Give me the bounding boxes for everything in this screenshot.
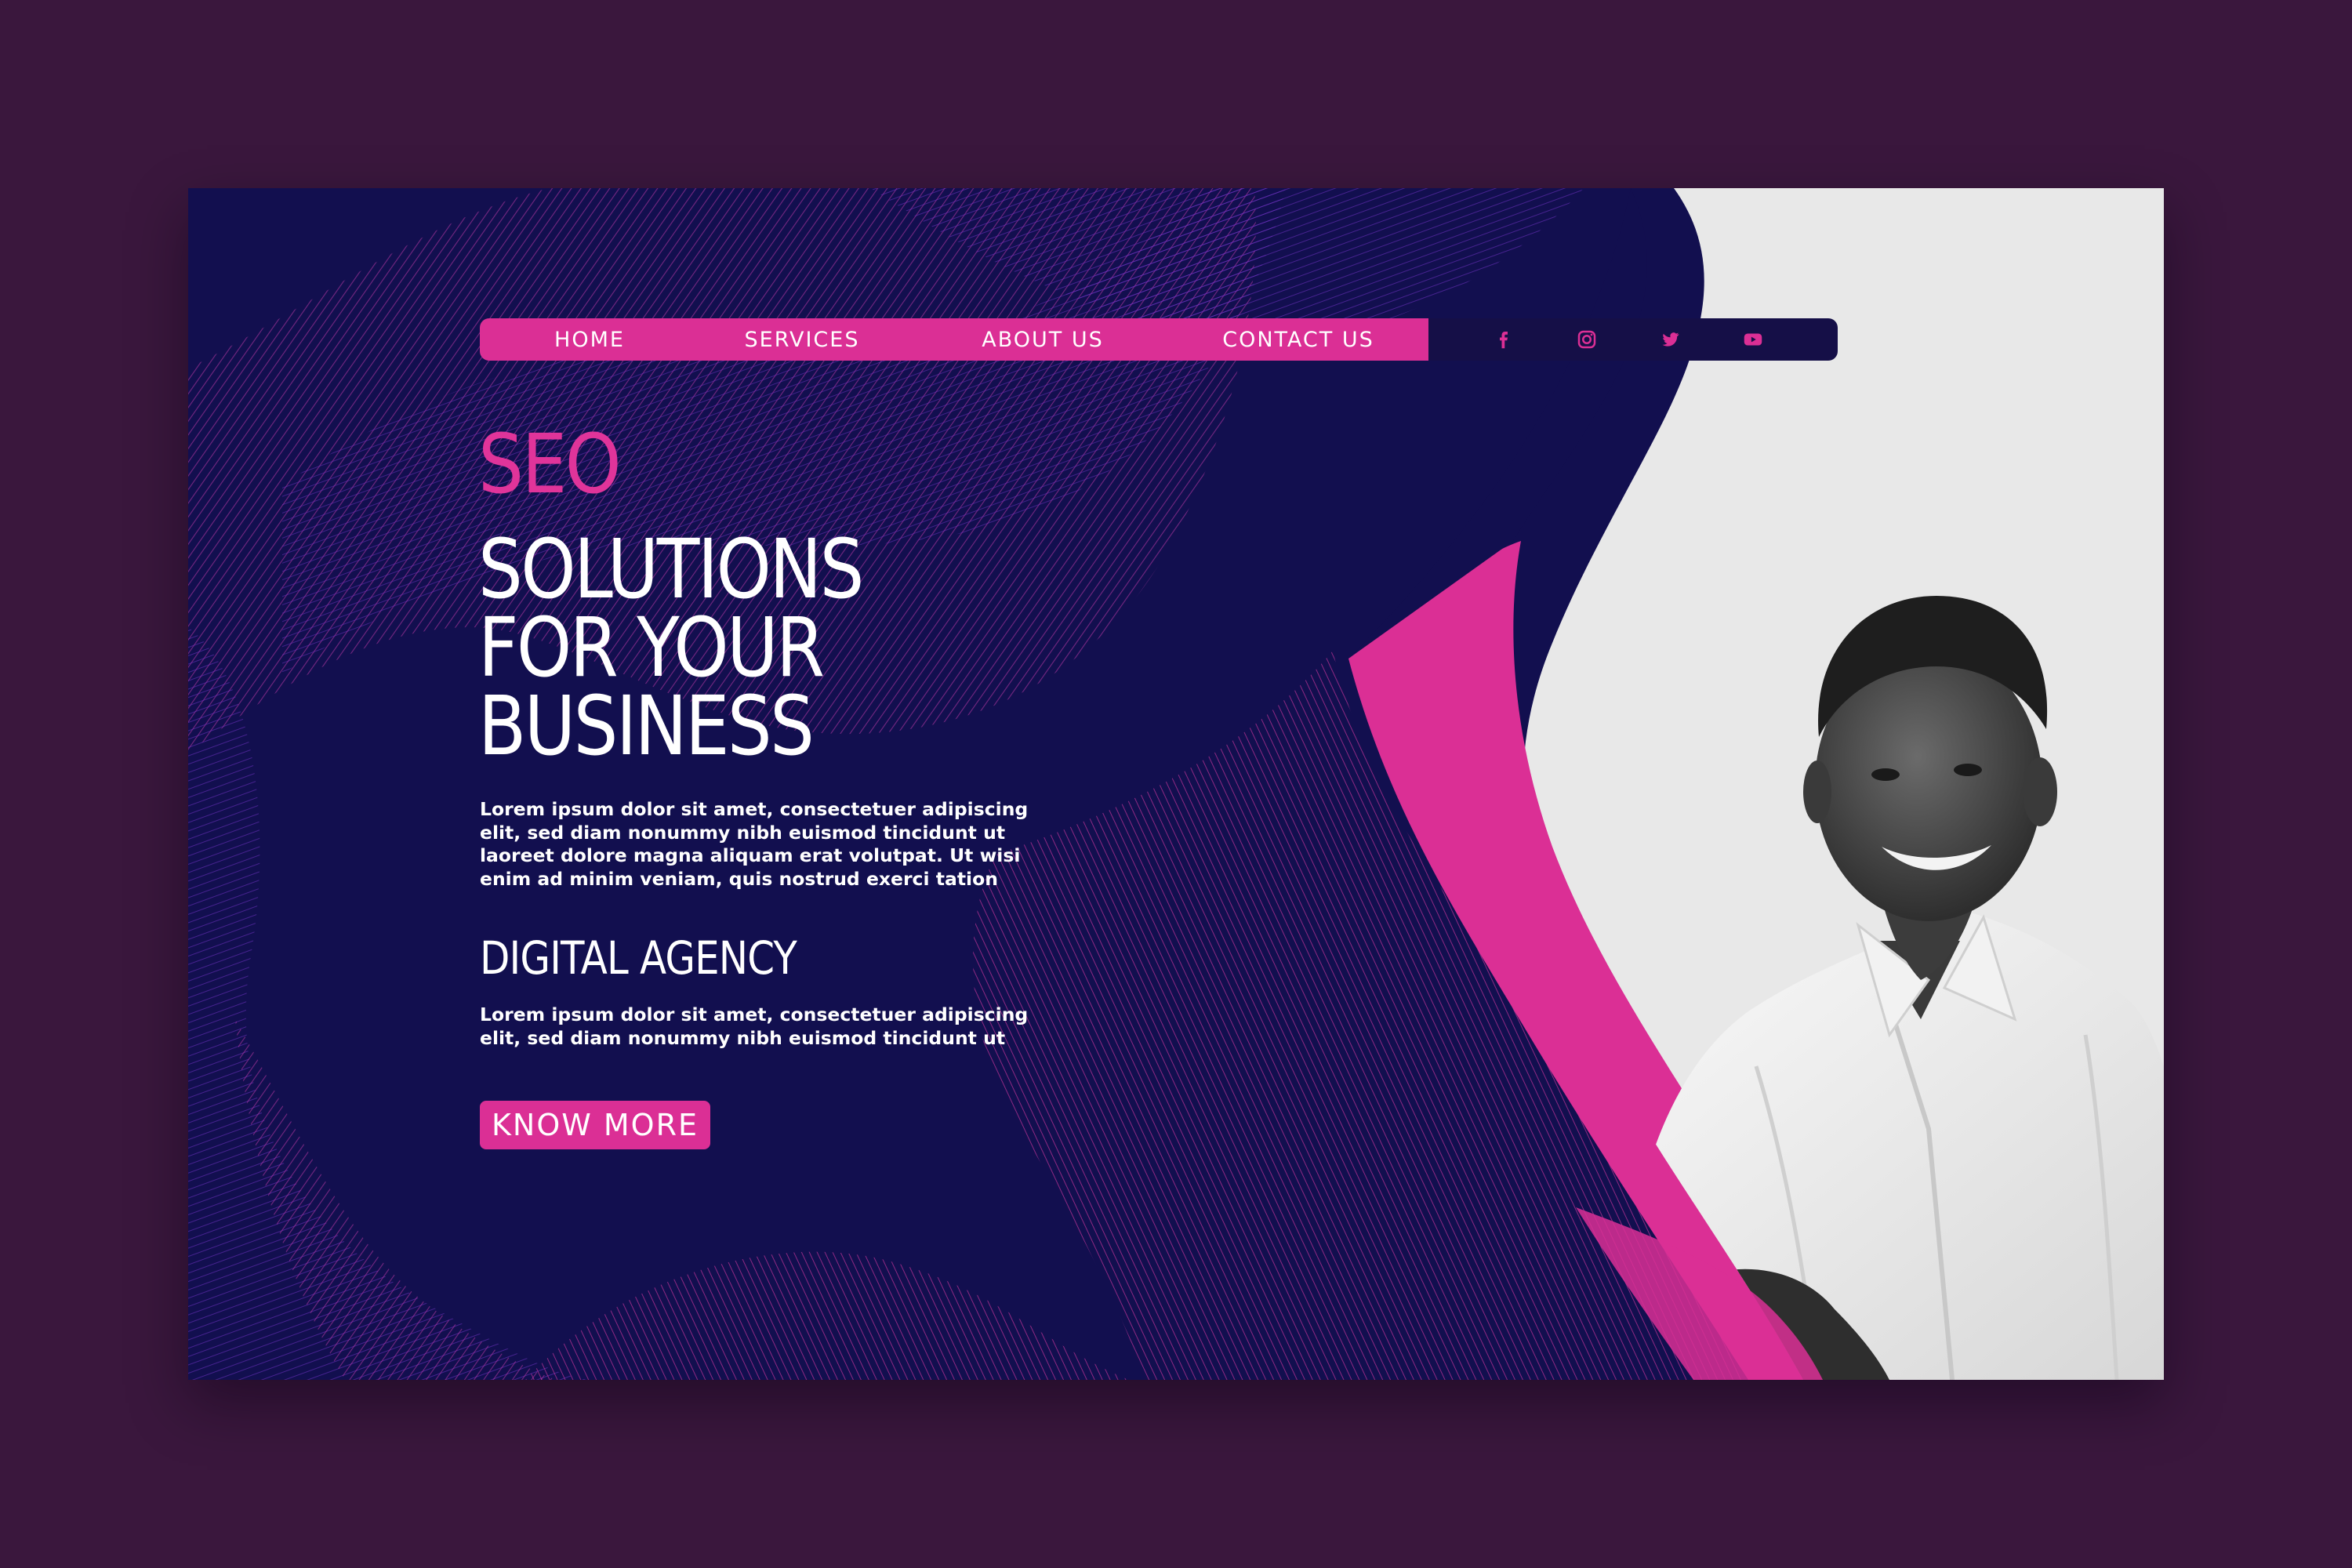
hero-title-line: BUSINESS xyxy=(478,678,815,774)
hero-seo-label: SEO xyxy=(478,416,622,512)
hero-title: SOLUTIONS FOR YOUR BUSINESS xyxy=(478,521,950,774)
page-background: HOME SERVICES ABOUT US CONTACT US SEO SO… xyxy=(0,0,2352,1568)
top-nav: HOME SERVICES ABOUT US CONTACT US xyxy=(480,318,1838,361)
paragraph-line: enim ad minim veniam, quis nostrud exerc… xyxy=(480,867,998,890)
paragraph-line: elit, sed diam nonummy nibh euismod tinc… xyxy=(480,821,1006,844)
youtube-icon[interactable] xyxy=(1740,327,1766,352)
instagram-icon[interactable] xyxy=(1574,327,1599,352)
nav-about-us[interactable]: ABOUT US xyxy=(905,328,1181,352)
nav-contact-us[interactable]: CONTACT US xyxy=(1181,328,1416,352)
twitter-icon[interactable] xyxy=(1657,327,1682,352)
nav-home[interactable]: HOME xyxy=(480,328,699,352)
landing-page-frame: HOME SERVICES ABOUT US CONTACT US SEO SO… xyxy=(188,188,2164,1380)
digital-agency-heading: DIGITAL AGENCY xyxy=(480,931,797,985)
hero-paragraph: Lorem ipsum dolor sit amet, consectetuer… xyxy=(480,798,1029,891)
hero-title-line: FOR YOUR xyxy=(478,600,825,695)
paragraph-line: Lorem ipsum dolor sit amet, consectetuer… xyxy=(480,1004,1029,1025)
nav-services[interactable]: SERVICES xyxy=(699,328,905,352)
social-links xyxy=(1428,318,1838,361)
hero-title-line: SOLUTIONS xyxy=(478,521,864,617)
magenta-photo-overlay xyxy=(1576,1207,1823,1380)
know-more-button[interactable]: KNOW MORE xyxy=(480,1101,710,1149)
facebook-icon[interactable] xyxy=(1491,327,1516,352)
paragraph-line: Lorem ipsum dolor sit amet, consectetuer… xyxy=(480,798,1029,820)
nav-links: HOME SERVICES ABOUT US CONTACT US xyxy=(480,318,1428,361)
paragraph-line: laoreet dolore magna aliquam erat volutp… xyxy=(480,844,1021,866)
paragraph-line: elit, sed diam nonummy nibh euismod tinc… xyxy=(480,1026,1006,1049)
agency-paragraph: Lorem ipsum dolor sit amet, consectetuer… xyxy=(480,1004,1029,1050)
